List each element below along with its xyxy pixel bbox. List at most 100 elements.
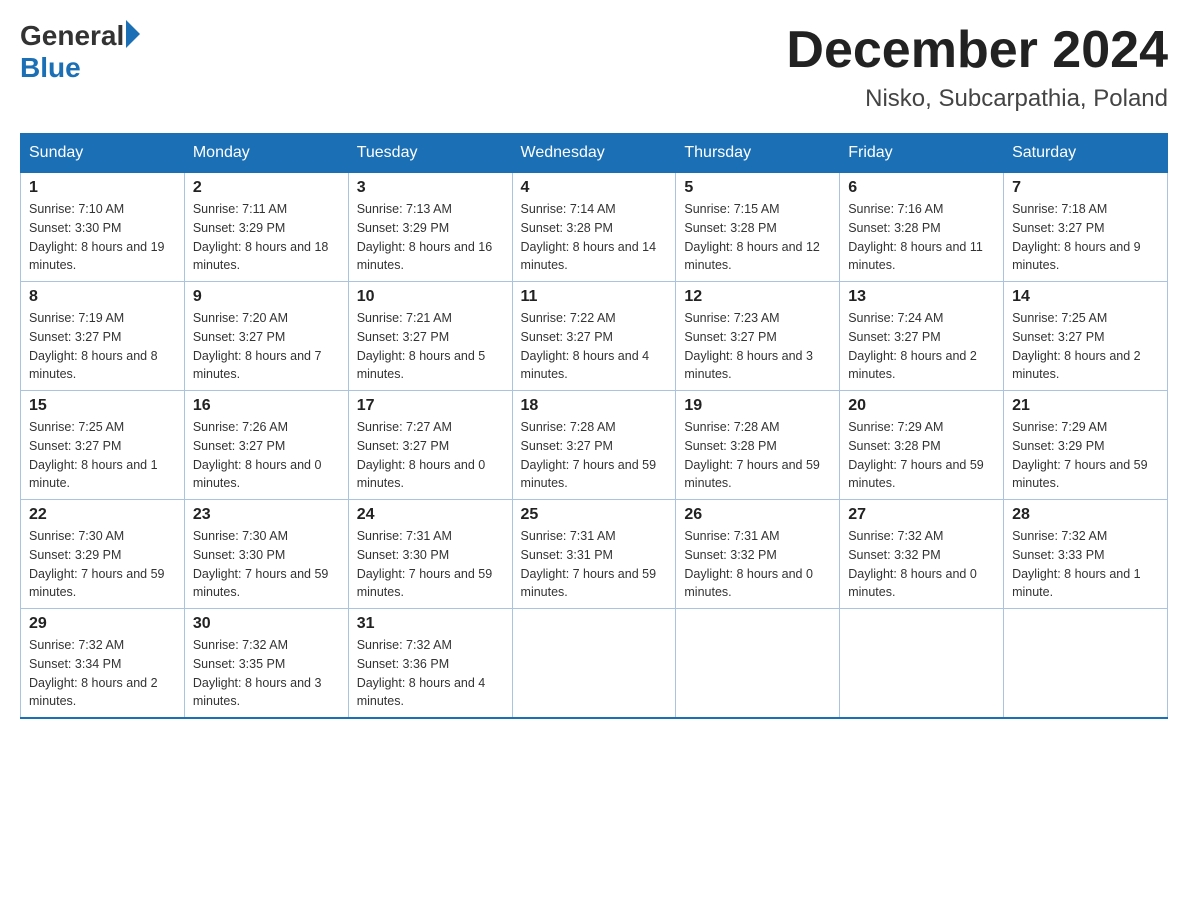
calendar-cell: 8 Sunrise: 7:19 AMSunset: 3:27 PMDaylight… (21, 282, 185, 391)
day-info: Sunrise: 7:11 AMSunset: 3:29 PMDaylight:… (193, 200, 340, 275)
day-info: Sunrise: 7:28 AMSunset: 3:27 PMDaylight:… (521, 418, 668, 493)
calendar-cell: 3Sunrise: 7:13 AMSunset: 3:29 PMDaylight… (348, 173, 512, 282)
day-info: Sunrise: 7:27 AMSunset: 3:27 PMDaylight:… (357, 418, 504, 493)
calendar-cell (1004, 609, 1168, 719)
column-header-friday: Friday (840, 134, 1004, 173)
column-header-monday: Monday (184, 134, 348, 173)
day-number: 31 (357, 615, 504, 633)
calendar-cell: 4 Sunrise: 7:14 AMSunset: 3:28 PMDaylight… (512, 173, 676, 282)
day-info: Sunrise: 7:32 AMSunset: 3:33 PMDaylight:… (1012, 527, 1159, 602)
day-number: 13 (848, 288, 995, 306)
calendar-cell (512, 609, 676, 719)
day-info: Sunrise: 7:22 AMSunset: 3:27 PMDaylight:… (521, 309, 668, 384)
day-number: 30 (193, 615, 340, 633)
day-number: 3 (357, 179, 504, 197)
day-number: 9 (193, 288, 340, 306)
day-number: 8 (29, 288, 176, 306)
day-info: Sunrise: 7:19 AMSunset: 3:27 PMDaylight:… (29, 309, 176, 384)
day-info: Sunrise: 7:25 AMSunset: 3:27 PMDaylight:… (29, 418, 176, 493)
day-number: 11 (521, 288, 668, 306)
calendar-cell: 6 Sunrise: 7:16 AMSunset: 3:28 PMDaylight… (840, 173, 1004, 282)
day-info: Sunrise: 7:30 AMSunset: 3:29 PMDaylight:… (29, 527, 176, 602)
day-number: 16 (193, 397, 340, 415)
day-number: 25 (521, 506, 668, 524)
calendar-cell: 1Sunrise: 7:10 AMSunset: 3:30 PMDaylight… (21, 173, 185, 282)
calendar-cell: 15Sunrise: 7:25 AMSunset: 3:27 PMDayligh… (21, 391, 185, 500)
calendar-cell (676, 609, 840, 719)
day-info: Sunrise: 7:30 AMSunset: 3:30 PMDaylight:… (193, 527, 340, 602)
day-info: Sunrise: 7:14 AMSunset: 3:28 PMDaylight:… (521, 200, 668, 275)
calendar-cell: 23 Sunrise: 7:30 AMSunset: 3:30 PMDayligh… (184, 500, 348, 609)
day-info: Sunrise: 7:15 AMSunset: 3:28 PMDaylight:… (684, 200, 831, 275)
calendar-cell: 17 Sunrise: 7:27 AMSunset: 3:27 PMDayligh… (348, 391, 512, 500)
calendar-cell: 13 Sunrise: 7:24 AMSunset: 3:27 PMDayligh… (840, 282, 1004, 391)
calendar-cell: 29 Sunrise: 7:32 AMSunset: 3:34 PMDayligh… (21, 609, 185, 719)
calendar-cell: 22 Sunrise: 7:30 AMSunset: 3:29 PMDayligh… (21, 500, 185, 609)
day-info: Sunrise: 7:32 AMSunset: 3:34 PMDaylight:… (29, 636, 176, 711)
day-info: Sunrise: 7:32 AMSunset: 3:32 PMDaylight:… (848, 527, 995, 602)
calendar-cell: 7 Sunrise: 7:18 AMSunset: 3:27 PMDaylight… (1004, 173, 1168, 282)
calendar-cell: 30 Sunrise: 7:32 AMSunset: 3:35 PMDayligh… (184, 609, 348, 719)
calendar-cell: 10 Sunrise: 7:21 AMSunset: 3:27 PMDayligh… (348, 282, 512, 391)
day-info: Sunrise: 7:26 AMSunset: 3:27 PMDaylight:… (193, 418, 340, 493)
day-number: 24 (357, 506, 504, 524)
column-header-thursday: Thursday (676, 134, 840, 173)
calendar-cell: 25Sunrise: 7:31 AMSunset: 3:31 PMDayligh… (512, 500, 676, 609)
calendar-cell: 26 Sunrise: 7:31 AMSunset: 3:32 PMDayligh… (676, 500, 840, 609)
logo-general-text: General (20, 20, 124, 52)
day-number: 7 (1012, 179, 1159, 197)
calendar-cell: 18Sunrise: 7:28 AMSunset: 3:27 PMDayligh… (512, 391, 676, 500)
day-number: 28 (1012, 506, 1159, 524)
day-number: 21 (1012, 397, 1159, 415)
page-header: General Blue December 2024 Nisko, Subcar… (20, 20, 1168, 113)
calendar-cell: 28 Sunrise: 7:32 AMSunset: 3:33 PMDayligh… (1004, 500, 1168, 609)
calendar-week-row: 22 Sunrise: 7:30 AMSunset: 3:29 PMDayligh… (21, 500, 1168, 609)
day-info: Sunrise: 7:23 AMSunset: 3:27 PMDaylight:… (684, 309, 831, 384)
day-info: Sunrise: 7:21 AMSunset: 3:27 PMDaylight:… (357, 309, 504, 384)
day-number: 29 (29, 615, 176, 633)
day-number: 14 (1012, 288, 1159, 306)
logo-triangle-icon (126, 20, 140, 48)
day-number: 10 (357, 288, 504, 306)
day-number: 20 (848, 397, 995, 415)
day-info: Sunrise: 7:25 AMSunset: 3:27 PMDaylight:… (1012, 309, 1159, 384)
column-header-saturday: Saturday (1004, 134, 1168, 173)
location-title: Nisko, Subcarpathia, Poland (786, 85, 1168, 113)
day-number: 4 (521, 179, 668, 197)
calendar-cell: 24Sunrise: 7:31 AMSunset: 3:30 PMDayligh… (348, 500, 512, 609)
day-info: Sunrise: 7:31 AMSunset: 3:32 PMDaylight:… (684, 527, 831, 602)
calendar-week-row: 15Sunrise: 7:25 AMSunset: 3:27 PMDayligh… (21, 391, 1168, 500)
day-number: 1 (29, 179, 176, 197)
day-info: Sunrise: 7:32 AMSunset: 3:36 PMDaylight:… (357, 636, 504, 711)
day-info: Sunrise: 7:20 AMSunset: 3:27 PMDaylight:… (193, 309, 340, 384)
day-info: Sunrise: 7:16 AMSunset: 3:28 PMDaylight:… (848, 200, 995, 275)
day-info: Sunrise: 7:29 AMSunset: 3:29 PMDaylight:… (1012, 418, 1159, 493)
calendar-table: SundayMondayTuesdayWednesdayThursdayFrid… (20, 133, 1168, 719)
day-number: 17 (357, 397, 504, 415)
calendar-cell: 5Sunrise: 7:15 AMSunset: 3:28 PMDaylight… (676, 173, 840, 282)
calendar-cell: 11 Sunrise: 7:22 AMSunset: 3:27 PMDayligh… (512, 282, 676, 391)
calendar-cell: 14 Sunrise: 7:25 AMSunset: 3:27 PMDayligh… (1004, 282, 1168, 391)
day-number: 6 (848, 179, 995, 197)
column-header-sunday: Sunday (21, 134, 185, 173)
day-number: 27 (848, 506, 995, 524)
day-info: Sunrise: 7:18 AMSunset: 3:27 PMDaylight:… (1012, 200, 1159, 275)
day-info: Sunrise: 7:28 AMSunset: 3:28 PMDaylight:… (684, 418, 831, 493)
day-number: 2 (193, 179, 340, 197)
title-block: December 2024 Nisko, Subcarpathia, Polan… (786, 20, 1168, 113)
day-number: 12 (684, 288, 831, 306)
day-number: 26 (684, 506, 831, 524)
calendar-header-row: SundayMondayTuesdayWednesdayThursdayFrid… (21, 134, 1168, 173)
calendar-week-row: 8 Sunrise: 7:19 AMSunset: 3:27 PMDaylight… (21, 282, 1168, 391)
calendar-cell: 12 Sunrise: 7:23 AMSunset: 3:27 PMDayligh… (676, 282, 840, 391)
calendar-cell: 20Sunrise: 7:29 AMSunset: 3:28 PMDayligh… (840, 391, 1004, 500)
month-title: December 2024 (786, 20, 1168, 80)
calendar-cell: 19Sunrise: 7:28 AMSunset: 3:28 PMDayligh… (676, 391, 840, 500)
day-info: Sunrise: 7:32 AMSunset: 3:35 PMDaylight:… (193, 636, 340, 711)
calendar-cell: 27 Sunrise: 7:32 AMSunset: 3:32 PMDayligh… (840, 500, 1004, 609)
calendar-cell: 31 Sunrise: 7:32 AMSunset: 3:36 PMDayligh… (348, 609, 512, 719)
day-number: 22 (29, 506, 176, 524)
day-number: 23 (193, 506, 340, 524)
logo: General Blue (20, 20, 140, 84)
day-info: Sunrise: 7:24 AMSunset: 3:27 PMDaylight:… (848, 309, 995, 384)
